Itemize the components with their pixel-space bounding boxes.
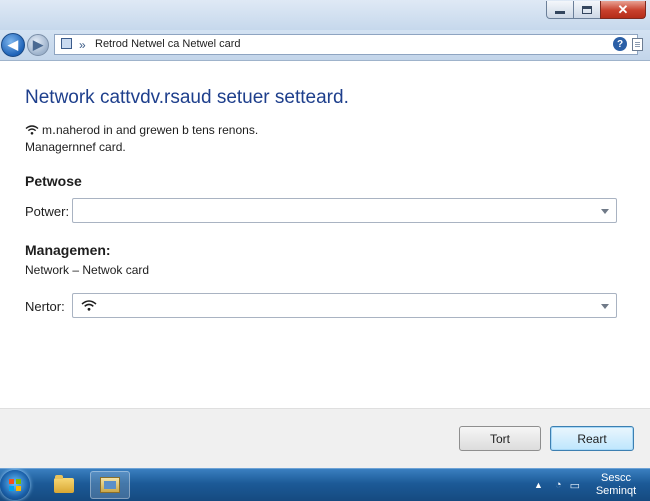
- title-bar[interactable]: ✕: [0, 0, 650, 30]
- page-title: Network cattvdv.rsaud setuer setteard.: [25, 87, 349, 108]
- clock[interactable]: Sesсс Seminqt: [588, 472, 644, 498]
- help-icon[interactable]: ?: [613, 37, 627, 51]
- show-hidden-icons-icon[interactable]: ▲: [534, 480, 543, 490]
- document-icon[interactable]: [632, 38, 643, 51]
- description-line-1: m․naherod in and grewen b tens renons.: [25, 123, 258, 137]
- close-icon: ✕: [617, 2, 629, 17]
- app-window: ✕ ◀ ▶ » Retrod Netwel ca Netwel card ? N…: [0, 0, 650, 468]
- folder-icon: [54, 474, 74, 493]
- breadcrumb-separator-icon: »: [79, 38, 86, 52]
- address-bar[interactable]: » Retrod Netwel ca Netwel card ?: [54, 34, 643, 55]
- wizard-content: Network cattvdv.rsaud setuer setteard. m…: [0, 61, 650, 408]
- navigation-bar: ◀ ▶ » Retrod Netwel ca Netwel card ?: [0, 30, 650, 61]
- reart-button[interactable]: Reart: [550, 426, 634, 451]
- section-heading-managemen: Managemen:: [25, 242, 111, 258]
- dialog-footer: Tort Reart: [0, 408, 650, 468]
- description-text-1: m․naherod in and grewen b tens renons.: [42, 123, 259, 137]
- nertor-label: Nertor:: [25, 299, 65, 314]
- section-heading-petwose: Petwose: [25, 173, 82, 189]
- caption-buttons: ✕: [546, 1, 646, 19]
- control-panel-icon: [100, 477, 120, 493]
- section-subtitle: Network – Netwok card: [25, 263, 150, 277]
- control-panel-icon: [61, 38, 72, 49]
- description-line-2: Managernnef card.: [25, 140, 126, 154]
- minimize-icon: [555, 11, 565, 14]
- clock-line-2: Seminqt: [595, 485, 637, 497]
- maximize-button[interactable]: [573, 1, 601, 19]
- wifi-icon: [81, 300, 97, 311]
- taskbar-explorer-button[interactable]: [44, 471, 84, 499]
- minimize-button[interactable]: [546, 1, 574, 19]
- potwer-dropdown[interactable]: [72, 198, 617, 223]
- system-tray: ▲ ◔ ▭ Sesсс Seminqt: [534, 469, 650, 501]
- taskbar-control-panel-button[interactable]: [90, 471, 130, 499]
- start-button[interactable]: [0, 470, 30, 500]
- forward-button[interactable]: ▶: [27, 34, 49, 56]
- breadcrumb-path[interactable]: Retrod Netwel ca Netwel card: [95, 38, 241, 50]
- tort-button[interactable]: Tort: [459, 426, 541, 451]
- taskbar: ▲ ◔ ▭ Sesсс Seminqt: [0, 468, 650, 501]
- close-button[interactable]: ✕: [600, 1, 646, 19]
- windows-logo-icon: [9, 479, 21, 491]
- network-tray-icon[interactable]: ◔: [555, 479, 562, 491]
- dropdown-arrow-icon[interactable]: [601, 304, 609, 309]
- wifi-icon: [25, 125, 39, 135]
- forward-arrow-icon: ▶: [33, 37, 43, 52]
- maximize-icon: [582, 5, 592, 14]
- potwer-label: Potwer:: [25, 204, 70, 219]
- nertor-dropdown[interactable]: [72, 293, 617, 318]
- back-arrow-icon: ◀: [8, 37, 18, 52]
- clock-line-1: Sesсс: [601, 472, 631, 484]
- back-button[interactable]: ◀: [1, 33, 25, 57]
- dropdown-arrow-icon[interactable]: [601, 209, 609, 214]
- action-center-icon[interactable]: ▭: [570, 479, 580, 492]
